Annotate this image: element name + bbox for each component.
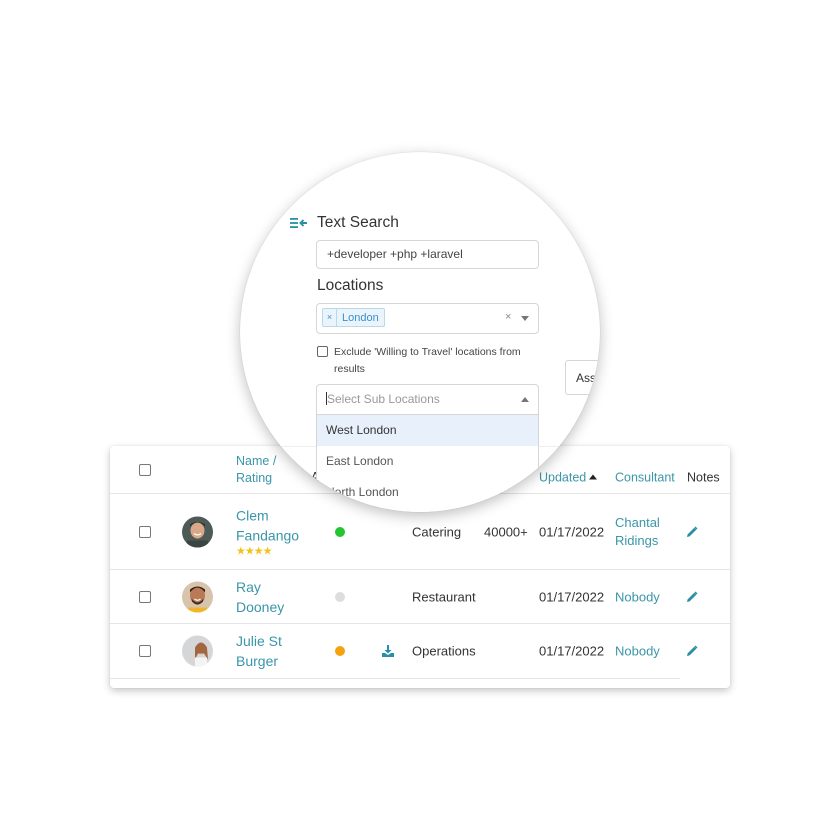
- download-cv-icon[interactable]: [382, 645, 394, 657]
- updated-date: 01/17/2022: [539, 589, 605, 604]
- consultant-link[interactable]: Nobody: [615, 589, 660, 604]
- locations-label: Locations: [317, 277, 384, 294]
- sector: Catering: [412, 524, 462, 539]
- assign-button[interactable]: Ass: [565, 360, 600, 395]
- row-divider: [110, 678, 680, 679]
- status-dot-green: [335, 526, 345, 537]
- candidate-name[interactable]: Clem Fandango ★★★★: [236, 505, 299, 558]
- candidate-name[interactable]: Ray Dooney: [236, 577, 284, 617]
- sector: Restaurant: [412, 589, 476, 604]
- text-search-label: Text Search: [317, 214, 399, 231]
- sub-locations-dropdown: West London East London North London: [316, 415, 539, 512]
- candidate-name[interactable]: Julie St Burger: [236, 631, 282, 671]
- notes-header: Notes: [687, 470, 720, 485]
- exclude-travel-label: Exclude 'Willing to Travel' locations fr…: [334, 346, 521, 375]
- clear-locations-icon[interactable]: ×: [505, 311, 511, 323]
- name-rating-header[interactable]: Name / Rating: [240, 453, 276, 487]
- avatar[interactable]: [182, 635, 213, 667]
- sub-location-option[interactable]: West London: [317, 415, 538, 446]
- status-dot-orange: [335, 646, 345, 656]
- rating-stars-icon: ★★★★: [236, 545, 272, 557]
- edit-note-icon[interactable]: [686, 526, 698, 538]
- magnifier-lens: Text Search +developer +php +laravel Loc…: [240, 152, 600, 512]
- sub-location-option[interactable]: North London: [317, 477, 538, 508]
- avatar[interactable]: [182, 516, 213, 547]
- sub-location-option[interactable]: East London: [317, 446, 538, 477]
- updated-date: 01/17/2022: [539, 524, 605, 539]
- salary: 40000+: [484, 524, 528, 539]
- consultant-header[interactable]: Consultant: [615, 470, 675, 487]
- edit-note-icon[interactable]: [686, 591, 698, 603]
- chevron-up-icon[interactable]: [521, 397, 529, 402]
- location-tag-label: London: [342, 311, 379, 324]
- remove-tag-icon[interactable]: ×: [323, 309, 337, 326]
- sub-locations-select[interactable]: Select Sub Locations: [316, 384, 539, 415]
- row-checkbox[interactable]: [139, 645, 151, 657]
- table-row: Julie St Burger Operations 01/17/2022 No…: [110, 624, 730, 678]
- text-search-input[interactable]: +developer +php +laravel: [316, 240, 539, 269]
- status-dot-grey: [335, 591, 345, 602]
- updated-header[interactable]: Updated: [539, 470, 598, 484]
- edit-note-icon[interactable]: [686, 645, 698, 657]
- row-checkbox[interactable]: [139, 525, 151, 538]
- candidate-name[interactable]: Clem: [240, 503, 269, 512]
- sector: Operations: [412, 643, 476, 659]
- consultant-link[interactable]: Chantal Ridings: [615, 514, 660, 550]
- table-row: Ray Dooney Restaurant 01/17/2022 Nobody: [110, 570, 730, 624]
- chevron-down-icon[interactable]: [521, 316, 529, 321]
- select-all-checkbox[interactable]: [139, 463, 151, 476]
- location-tag: × London: [322, 308, 385, 327]
- row-checkbox[interactable]: [139, 590, 151, 603]
- collapse-filters-icon[interactable]: [290, 217, 308, 229]
- exclude-travel-checkbox[interactable]: [317, 346, 328, 357]
- avatar[interactable]: [182, 581, 213, 612]
- updated-date: 01/17/2022: [539, 643, 605, 659]
- consultant-link[interactable]: Nobody: [615, 644, 660, 659]
